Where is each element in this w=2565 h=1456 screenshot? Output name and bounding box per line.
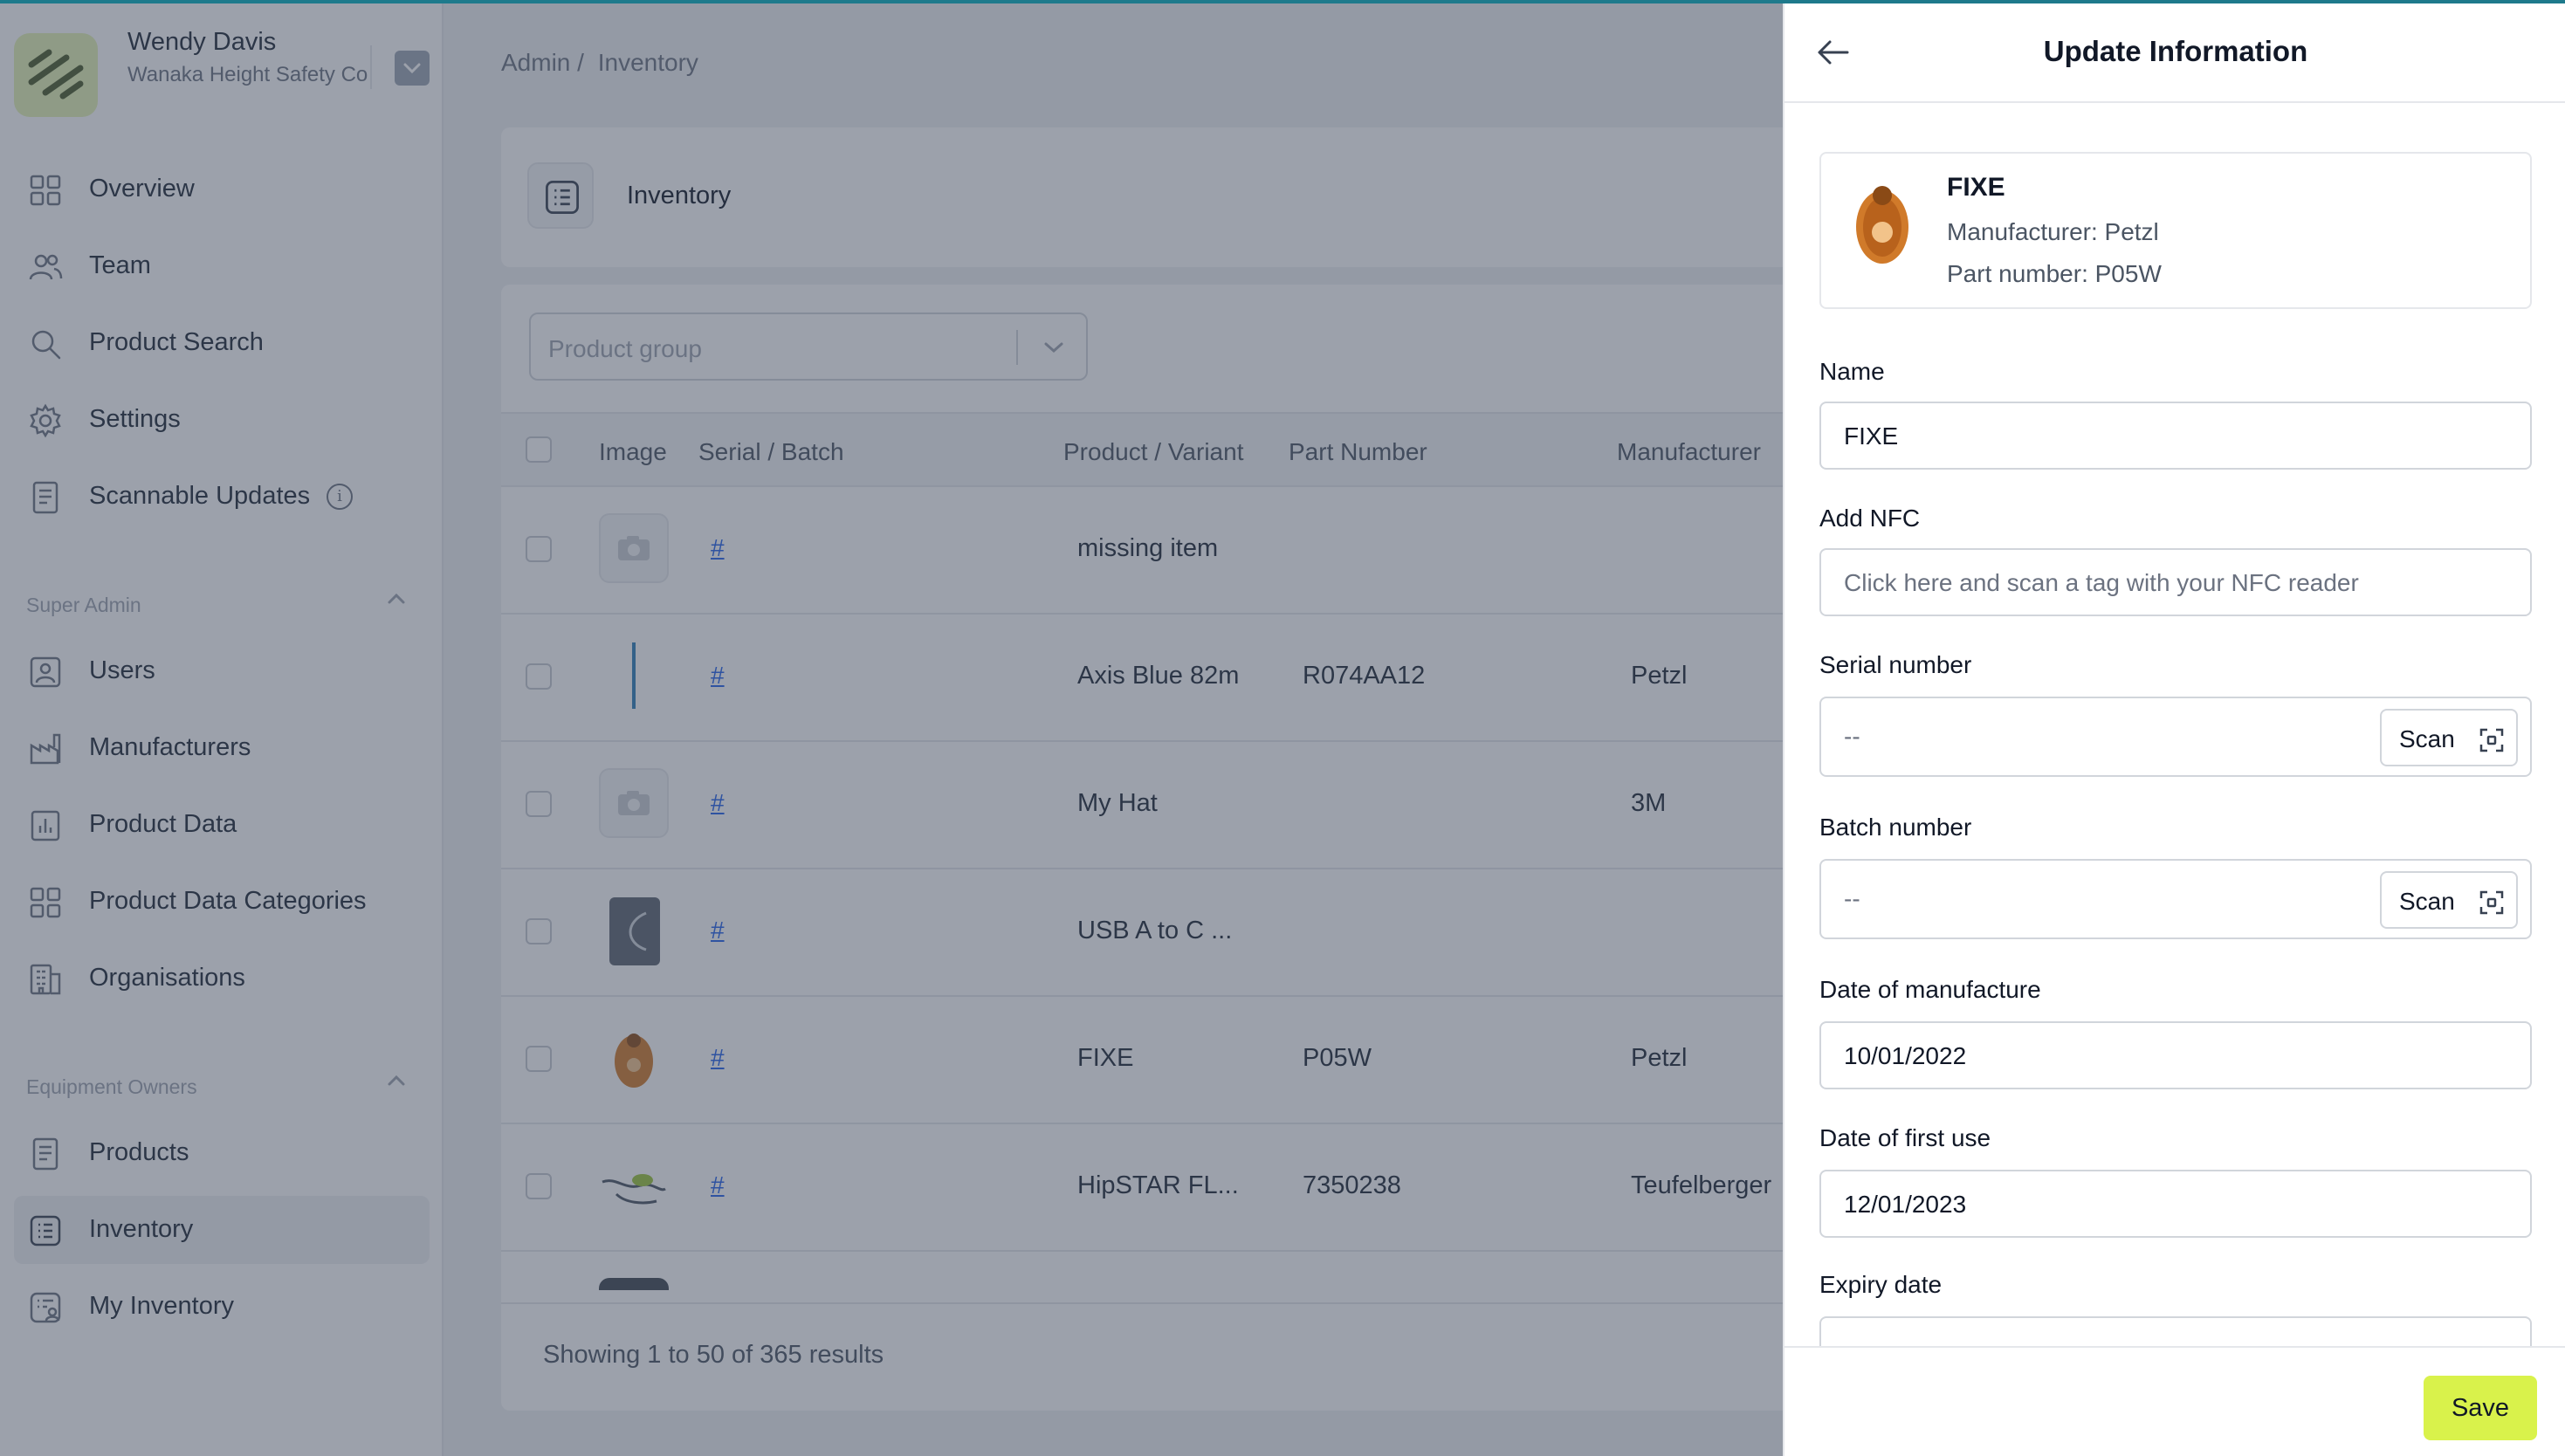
- batch-number-field[interactable]: -- Scan: [1819, 859, 2532, 939]
- date-of-manufacture-label: Date of manufacture: [1819, 976, 2041, 1003]
- batch-number-label: Batch number: [1819, 814, 1972, 841]
- serial-scan-button[interactable]: Scan: [2380, 709, 2518, 766]
- product-summary-card: FIXE Manufacturer: Petzl Part number: P0…: [1819, 152, 2532, 309]
- date-of-manufacture-value: 10/01/2022: [1844, 1042, 1967, 1069]
- name-field-value: FIXE: [1844, 422, 1899, 450]
- serial-number-placeholder: --: [1844, 723, 1860, 750]
- date-of-manufacture-field[interactable]: 10/01/2022: [1819, 1021, 2532, 1089]
- modal-backdrop[interactable]: [0, 0, 1783, 1456]
- product-image: [1856, 186, 1908, 264]
- expiry-date-label: Expiry date: [1819, 1271, 1943, 1298]
- update-information-panel: Update Information FIXE Manufacturer: Pe…: [1783, 0, 2565, 1456]
- window-top-accent: [0, 0, 2565, 3]
- panel-header: Update Information: [1784, 0, 2565, 103]
- name-field[interactable]: FIXE: [1819, 402, 2532, 470]
- product-part-number: Part number: P05W: [1947, 260, 2162, 287]
- serial-number-field[interactable]: -- Scan: [1819, 697, 2532, 777]
- scan-button-label: Scan: [2399, 725, 2455, 752]
- nfc-label: Add NFC: [1819, 505, 1921, 532]
- nfc-field[interactable]: Click here and scan a tag with your NFC …: [1819, 548, 2532, 616]
- product-manufacturer: Manufacturer: Petzl: [1947, 218, 2159, 245]
- scan-icon: [2479, 890, 2504, 915]
- panel-footer: Save: [1784, 1346, 2565, 1456]
- batch-scan-button[interactable]: Scan: [2380, 871, 2518, 929]
- batch-number-placeholder: --: [1844, 885, 1860, 912]
- serial-number-label: Serial number: [1819, 651, 1972, 678]
- panel-title: Update Information: [2043, 35, 2308, 67]
- scan-button-label: Scan: [2399, 888, 2455, 915]
- date-of-first-use-label: Date of first use: [1819, 1124, 1991, 1151]
- save-button[interactable]: Save: [2424, 1376, 2537, 1440]
- date-of-first-use-field[interactable]: 12/01/2023: [1819, 1170, 2532, 1238]
- date-of-first-use-value: 12/01/2023: [1844, 1191, 1967, 1218]
- name-label: Name: [1819, 358, 1885, 385]
- scan-icon: [2479, 728, 2504, 752]
- nfc-field-placeholder: Click here and scan a tag with your NFC …: [1844, 569, 2359, 596]
- product-name: FIXE: [1947, 173, 2005, 202]
